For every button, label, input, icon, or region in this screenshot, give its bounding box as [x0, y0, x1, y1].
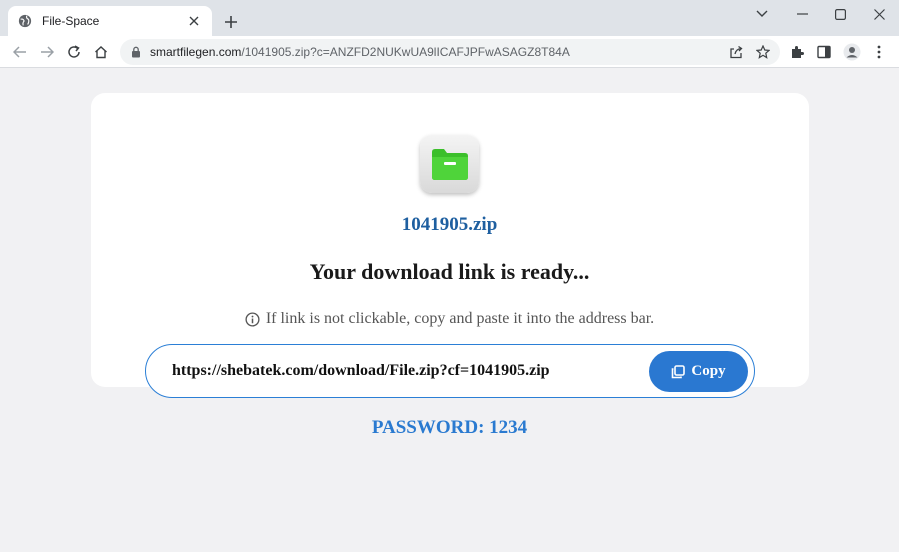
browser-tab[interactable]: File-Space	[8, 6, 212, 36]
minimize-button[interactable]	[783, 0, 821, 28]
new-tab-button[interactable]	[220, 11, 242, 33]
title-bar: File-Space	[0, 0, 899, 36]
file-name: 1041905.zip	[401, 214, 498, 235]
copy-label: Copy	[691, 363, 726, 379]
url-path: /1041905.zip?c=ANZFD2NUKwUA9lICAFJPFwASA…	[241, 45, 570, 59]
hint-text: If link is not clickable, copy and paste…	[0, 310, 899, 328]
share-icon[interactable]	[727, 43, 745, 61]
copy-button[interactable]: Copy	[649, 351, 748, 392]
url-text: smartfilegen.com/1041905.zip?c=ANZFD2NUK…	[150, 45, 570, 59]
forward-arrow-icon[interactable]	[36, 42, 58, 62]
lock-icon[interactable]	[130, 46, 142, 58]
url-host: smartfilegen.com	[150, 45, 242, 59]
folder-icon	[420, 135, 479, 193]
hint-label: If link is not clickable, copy and paste…	[265, 310, 655, 327]
download-link[interactable]: https://shebatek.com/download/File.zip?c…	[172, 362, 550, 380]
tab-title: File-Space	[42, 14, 100, 28]
tab-search-icon[interactable]	[743, 0, 781, 28]
info-icon	[245, 311, 260, 327]
close-tab-icon[interactable]	[186, 13, 202, 29]
globe-icon	[18, 14, 32, 28]
password-text: PASSWORD: 1234	[371, 417, 528, 438]
profile-avatar-icon[interactable]	[841, 42, 863, 62]
copy-icon	[672, 364, 686, 378]
browser-toolbar: smartfilegen.com/1041905.zip?c=ANZFD2NUK…	[0, 36, 899, 68]
bookmark-star-icon[interactable]	[754, 43, 772, 61]
reload-icon[interactable]	[63, 42, 85, 62]
close-window-button[interactable]	[860, 0, 898, 28]
download-link-box: https://shebatek.com/download/File.zip?c…	[145, 344, 755, 398]
address-bar[interactable]: smartfilegen.com/1041905.zip?c=ANZFD2NUK…	[120, 39, 780, 65]
side-panel-icon[interactable]	[813, 42, 835, 62]
page-title: Your download link is ready...	[309, 259, 590, 284]
maximize-button[interactable]	[821, 0, 859, 28]
extensions-icon[interactable]	[786, 42, 808, 62]
menu-kebab-icon[interactable]	[868, 42, 890, 62]
home-icon[interactable]	[90, 42, 112, 62]
back-arrow-icon[interactable]	[9, 42, 31, 62]
